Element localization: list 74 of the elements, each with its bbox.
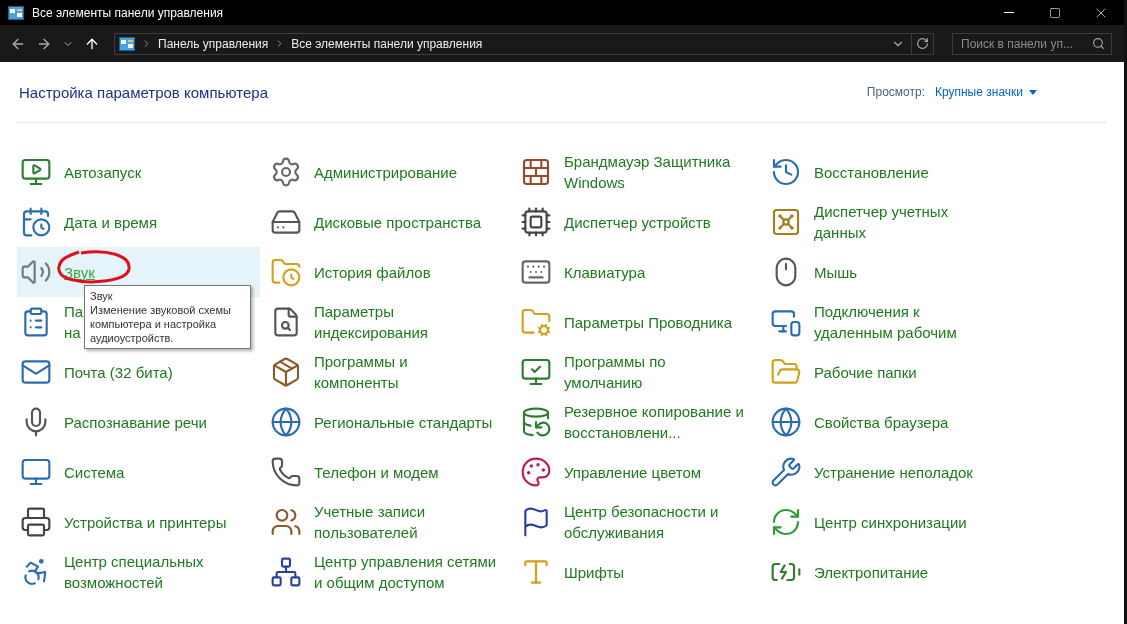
item-link[interactable]: Дисковые пространства bbox=[314, 211, 482, 233]
item-link[interactable]: Рабочие папки bbox=[814, 361, 917, 383]
refresh-icon bbox=[916, 37, 929, 50]
item-link[interactable]: Звук bbox=[64, 261, 95, 283]
item-link[interactable]: Центр синхронизации bbox=[814, 511, 967, 533]
item-link[interactable]: Свойства браузера bbox=[814, 411, 949, 433]
item-link[interactable]: Автозапуск bbox=[64, 161, 142, 183]
item-link[interactable]: История файлов bbox=[314, 261, 431, 283]
wrench-icon bbox=[770, 456, 802, 488]
globe-icon bbox=[770, 406, 802, 438]
item-link[interactable]: Почта (32 бита) bbox=[64, 361, 173, 383]
item-link[interactable]: Дата и время bbox=[64, 211, 158, 233]
item-link[interactable]: Клавиатура bbox=[564, 261, 646, 283]
view-dropdown[interactable]: Крупные значки bbox=[934, 85, 1037, 99]
item-link[interactable]: Администрирование bbox=[314, 161, 458, 183]
item-link[interactable]: Система bbox=[64, 461, 125, 483]
item-link[interactable]: Программы по умолчанию bbox=[564, 351, 666, 393]
item-link[interactable]: Центр специальных возможностей bbox=[64, 551, 204, 593]
caret-icon bbox=[1029, 89, 1037, 95]
item-link[interactable]: Телефон и модем bbox=[314, 461, 439, 483]
item-link[interactable]: Диспетчер устройств bbox=[564, 211, 711, 233]
folder-clock-icon bbox=[270, 256, 302, 288]
vault-icon bbox=[770, 206, 802, 238]
monitor-icon bbox=[20, 456, 52, 488]
users-icon bbox=[270, 506, 302, 538]
breadcrumb-item[interactable]: Все элементы панели управления bbox=[291, 36, 483, 51]
package-icon bbox=[270, 356, 302, 388]
maximize-icon bbox=[1049, 6, 1061, 19]
search-field[interactable]: Поиск в панели уп... bbox=[952, 32, 1112, 55]
item-link[interactable]: Учетные записи пользователей bbox=[314, 501, 426, 543]
item-link[interactable]: Подключения к удаленным рабочим bbox=[814, 301, 957, 343]
item-link[interactable]: Распознавание речи bbox=[64, 411, 207, 433]
item-link[interactable]: Электропитание bbox=[814, 561, 929, 583]
item-link[interactable]: Параметры Проводника bbox=[564, 311, 733, 333]
sync-icon bbox=[770, 506, 802, 538]
search-icon bbox=[1092, 37, 1105, 50]
folder-icon bbox=[520, 306, 552, 338]
printer-icon bbox=[20, 506, 52, 538]
minimize-icon bbox=[1004, 12, 1014, 13]
network-icon bbox=[270, 556, 302, 588]
monitor-check-icon bbox=[520, 356, 552, 388]
brick-wall-icon bbox=[520, 156, 552, 188]
palette-icon bbox=[520, 456, 552, 488]
item-link[interactable]: Па на bbox=[64, 301, 84, 343]
globe-icon bbox=[270, 406, 302, 438]
phone-icon bbox=[270, 456, 302, 488]
address-bar[interactable]: Панель управления Все элементы панели управления bbox=[114, 32, 934, 55]
view-label: Просмотр: bbox=[866, 85, 925, 99]
chip-icon bbox=[520, 206, 552, 238]
breadcrumb-item[interactable]: Панель управления bbox=[158, 36, 269, 51]
item-link[interactable]: Устройства и принтеры bbox=[64, 511, 227, 533]
item-link[interactable]: Программы и компоненты bbox=[314, 351, 408, 393]
calendar-clock-icon bbox=[20, 206, 52, 238]
item-link[interactable]: Восстановление bbox=[814, 161, 929, 183]
item-link[interactable]: Диспетчер учетных данных bbox=[814, 201, 949, 243]
control-panel-icon bbox=[119, 36, 135, 51]
item-link[interactable]: Мышь bbox=[814, 261, 858, 283]
item-link[interactable]: Шрифты bbox=[564, 561, 625, 583]
window-title: Все элементы панели управления bbox=[32, 5, 225, 20]
control-panel-icon bbox=[8, 5, 24, 20]
tooltip-text: Изменение звуковой схемы компьютера и настройка аудиоустройств. bbox=[90, 303, 232, 345]
backup-icon bbox=[520, 406, 552, 438]
history-icon bbox=[770, 156, 802, 188]
gear-icon bbox=[270, 156, 302, 188]
page-heading: Настройка параметров компьютера bbox=[19, 83, 268, 101]
item-link[interactable]: Региональные стандарты bbox=[314, 411, 493, 433]
item-link[interactable]: Резервное копирование и восстановлени... bbox=[564, 401, 744, 443]
item-link[interactable]: Управление цветом bbox=[564, 461, 702, 483]
item-link[interactable]: Брандмауэр Защитника Windows bbox=[564, 151, 731, 193]
monitor-play-icon bbox=[20, 156, 52, 188]
item-link[interactable]: Параметры индексирования bbox=[314, 301, 428, 343]
item-link[interactable]: Центр управления сетями и общим доступом bbox=[314, 551, 497, 593]
item-link[interactable]: Центр безопасности и обслуживания bbox=[564, 501, 719, 543]
item-link[interactable]: Устранение неполадок bbox=[814, 461, 973, 483]
